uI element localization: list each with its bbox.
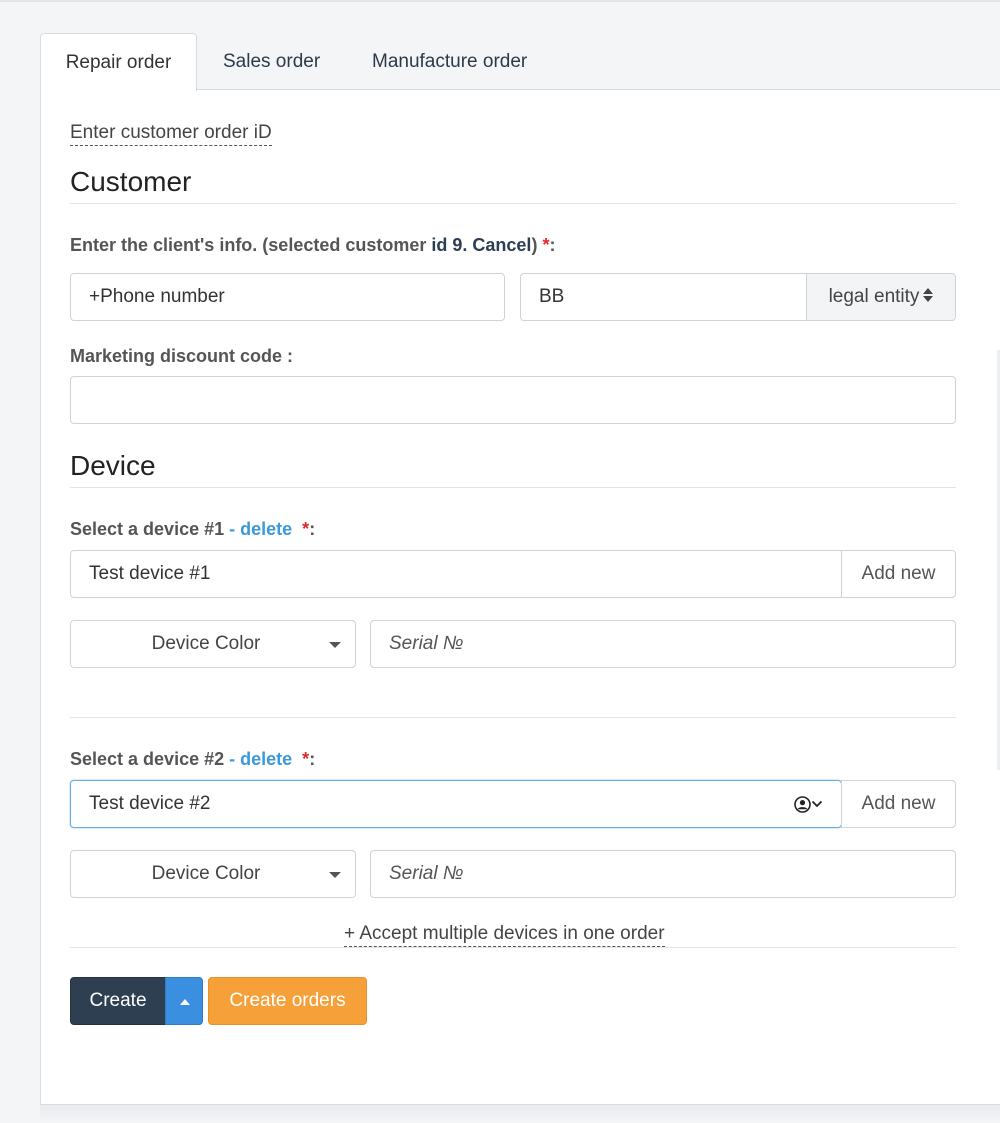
phone-number-input[interactable]: +Phone number — [70, 273, 505, 321]
device-separator — [70, 717, 956, 718]
client-info-label: Enter the client's info. (selected custo… — [70, 235, 555, 256]
add-new-device-1-button[interactable]: Add new — [841, 550, 956, 598]
device-2-color-select[interactable]: Device Color — [70, 850, 356, 898]
top-border — [0, 0, 1000, 2]
discount-code-input[interactable] — [70, 376, 956, 424]
device-1-color-value: Device Color — [151, 633, 261, 654]
delete-device-1-link[interactable]: - delete — [229, 519, 292, 539]
tab-manufacture-order[interactable]: Manufacture order — [372, 33, 527, 90]
device-1-label-text: Select a device #1 — [70, 519, 225, 539]
device-divider — [70, 487, 956, 488]
label-paren: ) — [531, 235, 538, 255]
client-info-label-text: Enter the client's info. (selected custo… — [70, 235, 432, 255]
customer-name-value: BB — [539, 286, 565, 307]
caret-up-icon — [180, 999, 190, 1005]
device-2-label: Select a device #2 - delete *: — [70, 749, 315, 770]
device-section-title: Device — [70, 450, 156, 481]
label-colon: : — [309, 519, 316, 539]
sort-updown-icon — [923, 287, 934, 302]
phone-number-placeholder: +Phone number — [89, 286, 225, 307]
create-button[interactable]: Create — [70, 977, 166, 1025]
device-1-serial-input[interactable]: Serial № — [370, 620, 956, 668]
device-1-value: Test device #1 — [89, 563, 211, 584]
device-1-label: Select a device #1 - delete *: — [70, 519, 315, 540]
delete-device-2-link[interactable]: - delete — [229, 749, 292, 769]
customer-divider — [70, 203, 956, 204]
caret-down-icon — [329, 642, 341, 648]
discount-code-label: Marketing discount code : — [70, 346, 294, 366]
cancel-customer-link[interactable]: Cancel — [472, 235, 531, 255]
label-colon: : — [309, 749, 316, 769]
actions-divider — [70, 947, 956, 948]
device-2-value: Test device #2 — [89, 793, 211, 814]
tab-repair-order[interactable]: Repair order — [40, 33, 197, 91]
tab-sales-order[interactable]: Sales order — [223, 33, 320, 90]
device-1-input[interactable]: Test device #1 — [70, 550, 842, 598]
device-2-label-text: Select a device #2 — [70, 749, 225, 769]
entity-type-select[interactable]: legal entity — [806, 273, 956, 321]
device-1-color-select[interactable]: Device Color — [70, 620, 356, 668]
label-colon: : — [549, 235, 556, 255]
selected-customer-id: id 9. — [431, 235, 468, 255]
add-new-device-2-button[interactable]: Add new — [841, 780, 956, 828]
customer-name-input[interactable]: BB — [520, 273, 807, 321]
enter-customer-order-id-link[interactable]: Enter customer order iD — [70, 121, 272, 146]
create-orders-button[interactable]: Create orders — [208, 977, 367, 1025]
accept-multiple-devices-link[interactable]: + Accept multiple devices in one order — [344, 922, 665, 947]
device-2-color-value: Device Color — [151, 863, 261, 884]
device-1-serial-placeholder: Serial № — [389, 633, 464, 654]
user-circle-icon[interactable] — [794, 796, 811, 813]
caret-down-icon — [329, 872, 341, 878]
customer-section-title: Customer — [70, 166, 192, 197]
device-2-serial-placeholder: Serial № — [389, 863, 464, 884]
entity-type-value: legal entity — [828, 286, 920, 307]
device-2-serial-input[interactable]: Serial № — [370, 850, 956, 898]
order-type-tabs: Repair order Sales order Manufacture ord… — [40, 33, 1000, 91]
chevron-down-icon[interactable] — [811, 799, 823, 809]
panel-bottom-shadow — [40, 1105, 1000, 1123]
device-2-input[interactable]: Test device #2 — [70, 780, 842, 828]
create-dropdown-toggle[interactable] — [165, 977, 203, 1025]
